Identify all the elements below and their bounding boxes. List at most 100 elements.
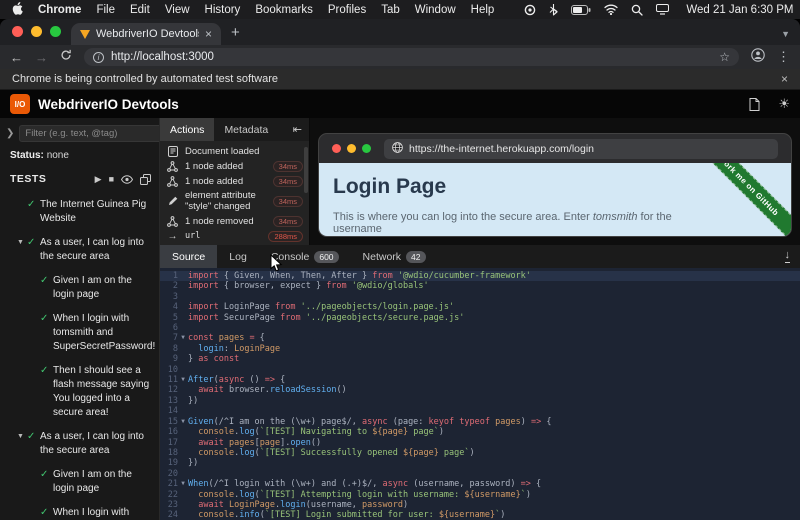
code-line[interactable]: 3: [160, 292, 800, 302]
action-row[interactable]: 1 node added34ms: [160, 174, 309, 189]
code-line[interactable]: 10: [160, 365, 800, 375]
code-line[interactable]: 16 console.log(`[TEST] Navigating to ${p…: [160, 427, 800, 437]
fold-chevron-icon[interactable]: ▼: [178, 479, 188, 489]
theme-toggle-sun-icon[interactable]: ☀: [778, 96, 790, 112]
site-info-icon[interactable]: i: [93, 52, 104, 63]
code-line[interactable]: 13}): [160, 396, 800, 406]
close-window-button[interactable]: [12, 26, 23, 37]
fold-chevron-icon[interactable]: ▼: [178, 333, 188, 343]
menu-history[interactable]: History: [205, 4, 241, 16]
menu-edit[interactable]: Edit: [130, 4, 150, 16]
code-line[interactable]: 4import LoginPage from '../pageobjects/l…: [160, 302, 800, 312]
test-item[interactable]: ✓Given I am on the login page: [0, 269, 159, 307]
tab-actions[interactable]: Actions: [160, 118, 214, 141]
test-item[interactable]: ✓Given I am on the login page: [0, 463, 159, 501]
new-tab-button[interactable]: +: [231, 24, 240, 41]
action-row[interactable]: 1 node removed34ms: [160, 214, 309, 229]
menu-chrome[interactable]: Chrome: [38, 4, 81, 16]
test-item[interactable]: ▼✓As a user, I can log into the secure a…: [0, 425, 159, 463]
code-line[interactable]: 7▼const pages = {: [160, 333, 800, 343]
code-line[interactable]: 22 console.log(`[TEST] Attempting login …: [160, 490, 800, 500]
code-line[interactable]: 6: [160, 323, 800, 333]
wifi-icon[interactable]: [604, 4, 618, 15]
menu-profiles[interactable]: Profiles: [328, 4, 366, 16]
globe-icon: [392, 142, 403, 156]
watch-eye-icon[interactable]: [121, 175, 133, 184]
filter-input[interactable]: [19, 125, 160, 142]
action-row[interactable]: 1 node added34ms: [160, 159, 309, 174]
code-line[interactable]: 19}): [160, 458, 800, 468]
expand-chevron-icon[interactable]: [14, 198, 27, 200]
tab-network[interactable]: Network42: [351, 245, 438, 268]
profile-avatar-icon[interactable]: [751, 48, 765, 67]
report-file-icon[interactable]: [749, 98, 760, 111]
collapse-panel-icon[interactable]: ⇤: [293, 123, 309, 136]
test-item[interactable]: ▼✓As a user, I can log into the secure a…: [0, 231, 159, 269]
expand-chevron-icon[interactable]: ▼: [14, 236, 27, 248]
menu-window[interactable]: Window: [415, 4, 456, 16]
code-line[interactable]: 18 console.log(`[TEST] Successfully open…: [160, 448, 800, 458]
code-token: console: [198, 490, 234, 500]
back-button[interactable]: ←: [10, 51, 23, 64]
code-line[interactable]: 12 await browser.reloadSession(): [160, 385, 800, 395]
expand-chevron-icon[interactable]: ▼: [14, 430, 27, 442]
run-tests-play-icon[interactable]: ▶: [95, 174, 102, 185]
browser-tab[interactable]: WebdriverIO Devtools ×: [71, 23, 221, 45]
code-line[interactable]: 14: [160, 406, 800, 416]
code-line[interactable]: 24 console.info(`[TEST] Login submitted …: [160, 510, 800, 520]
code-line[interactable]: 23 await LoginPage.login(username, passw…: [160, 500, 800, 510]
tab-log[interactable]: Log: [217, 245, 259, 268]
sidebar-collapse-chevron-icon[interactable]: ❯: [6, 128, 14, 139]
forward-button[interactable]: →: [35, 51, 48, 64]
tab-search-chevron-icon[interactable]: ▼: [781, 29, 790, 39]
battery-icon[interactable]: [571, 5, 591, 15]
address-bar[interactable]: i http://localhost:3000 ☆: [84, 48, 739, 66]
control-center-icon[interactable]: [656, 4, 669, 15]
tab-source[interactable]: Source: [160, 245, 217, 268]
follow-copy-icon[interactable]: [140, 174, 151, 185]
source-code-editor[interactable]: 1import { Given, When, Then, After } fro…: [160, 268, 800, 520]
menu-view[interactable]: View: [165, 4, 190, 16]
minimize-window-button[interactable]: [31, 26, 42, 37]
code-line[interactable]: 1import { Given, When, Then, After } fro…: [160, 271, 800, 281]
action-row[interactable]: →url288ms: [160, 229, 309, 244]
code-line[interactable]: 2import { browser, expect } from '@wdio/…: [160, 281, 800, 291]
screen-record-icon[interactable]: [524, 4, 536, 16]
zoom-window-button[interactable]: [50, 26, 61, 37]
infobar-close-icon[interactable]: ×: [781, 72, 788, 86]
code-line[interactable]: 21▼When(/^I login with (\w+) and (.+)$/,…: [160, 479, 800, 489]
stop-tests-icon[interactable]: ■: [109, 174, 114, 184]
line-number: 14: [160, 406, 178, 416]
test-item[interactable]: ✓When I login with foobar and barfoo: [0, 501, 159, 520]
menubar-clock[interactable]: Wed 21 Jan 6:30 PM: [686, 4, 793, 16]
tab-metadata[interactable]: Metadata: [214, 118, 278, 141]
tab-close-icon[interactable]: ×: [205, 27, 212, 41]
test-item[interactable]: ✓Then I should see a flash message sayin…: [0, 359, 159, 425]
menu-help[interactable]: Help: [471, 4, 495, 16]
spotlight-search-icon[interactable]: [631, 4, 643, 16]
test-item[interactable]: ✓When I login with tomsmith and SuperSec…: [0, 307, 159, 359]
code-line[interactable]: 11▼After(async () => {: [160, 375, 800, 385]
action-row[interactable]: Document loaded: [160, 144, 309, 159]
reload-button[interactable]: [60, 48, 72, 66]
menu-bookmarks[interactable]: Bookmarks: [255, 4, 313, 16]
download-icon[interactable]: ↓: [785, 250, 791, 263]
action-row[interactable]: →f471ms: [160, 244, 309, 245]
code-line[interactable]: 20: [160, 469, 800, 479]
code-line[interactable]: 17 await pages[page].open(): [160, 438, 800, 448]
menu-tab[interactable]: Tab: [381, 4, 400, 16]
actions-scrollbar[interactable]: [304, 147, 308, 193]
bookmark-star-icon[interactable]: ☆: [719, 50, 730, 64]
chrome-menu-icon[interactable]: ⋮: [777, 49, 790, 65]
code-line[interactable]: 8 login: LoginPage: [160, 344, 800, 354]
fold-chevron-icon[interactable]: ▼: [178, 375, 188, 385]
fold-chevron-icon[interactable]: ▼: [178, 417, 188, 427]
code-line[interactable]: 5import SecurePage from '../pageobjects/…: [160, 313, 800, 323]
menu-file[interactable]: File: [96, 4, 115, 16]
apple-logo-icon[interactable]: [12, 2, 23, 18]
code-line[interactable]: 15▼Given(/^I am on the (\w+) page$/, asy…: [160, 417, 800, 427]
code-line[interactable]: 9} as const: [160, 354, 800, 364]
test-item[interactable]: ✓The Internet Guinea Pig Website: [0, 193, 159, 231]
bluetooth-icon[interactable]: [549, 3, 558, 16]
action-row[interactable]: element attribute "style" changed34ms: [160, 189, 309, 214]
